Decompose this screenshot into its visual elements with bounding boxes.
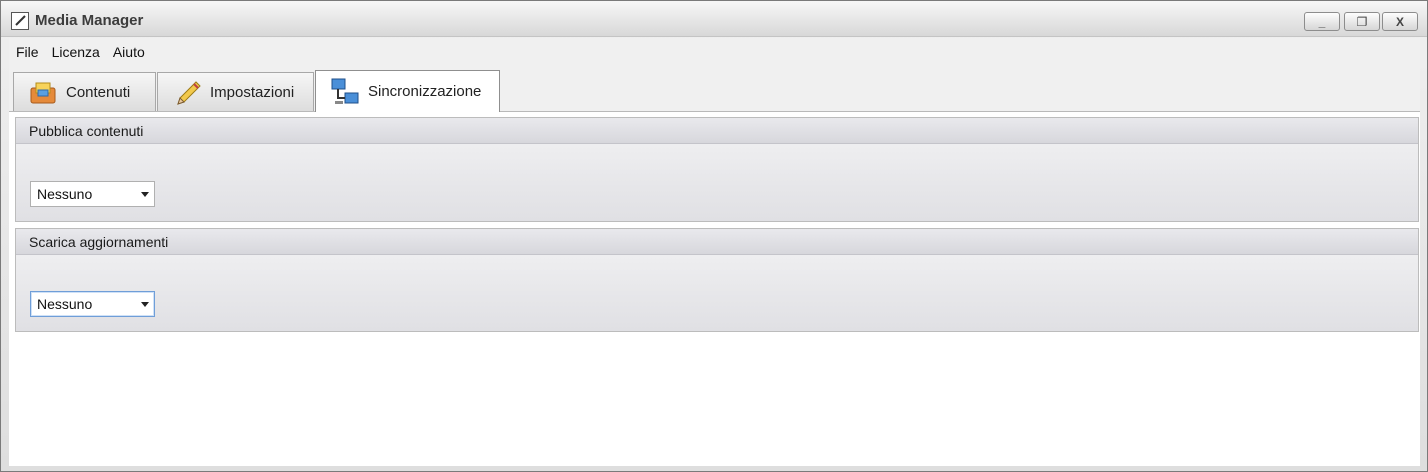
tab-label: Sincronizzazione (368, 83, 482, 100)
close-button[interactable]: X (1382, 12, 1418, 31)
app-window: Media Manager _ ❐ X File Licenza Aiuto C… (0, 0, 1428, 472)
tab-impostazioni[interactable]: Impostazioni (157, 72, 314, 112)
restore-icon: ❐ (1356, 14, 1368, 29)
menu-bar: File Licenza Aiuto (9, 42, 151, 64)
tab-contenuti[interactable]: Contenuti (13, 72, 156, 112)
close-icon: X (1395, 14, 1404, 29)
menu-aiuto[interactable]: Aiuto (106, 42, 151, 64)
section-title: Pubblica contenuti (16, 118, 1418, 144)
chevron-down-icon (136, 301, 154, 307)
app-icon (11, 12, 29, 30)
section-title: Scarica aggiornamenti (16, 229, 1418, 255)
minimize-icon: _ (1318, 14, 1326, 29)
restore-button[interactable]: ❐ (1344, 12, 1380, 31)
tab-content-panel: Pubblica contenuti Nessuno Scarica aggio… (9, 111, 1420, 466)
tab-label: Contenuti (66, 84, 131, 101)
network-icon (331, 78, 359, 104)
section-scarica-aggiornamenti: Scarica aggiornamenti Nessuno (15, 228, 1419, 332)
client-area: File Licenza Aiuto Contenuti Impostazion… (9, 38, 1420, 466)
tab-label: Impostazioni (210, 84, 295, 101)
select-value: Nessuno (37, 296, 93, 312)
tab-sincronizzazione[interactable]: Sincronizzazione (315, 70, 500, 112)
menu-licenza[interactable]: Licenza (45, 42, 106, 64)
select-value: Nessuno (37, 186, 93, 202)
section-pubblica-contenuti: Pubblica contenuti Nessuno (15, 117, 1419, 222)
title-bar[interactable]: Media Manager _ ❐ X (1, 1, 1427, 37)
box-icon (30, 82, 56, 103)
pubblica-select[interactable]: Nessuno (30, 181, 155, 207)
pencil-icon (177, 80, 201, 105)
window-title: Media Manager (35, 12, 144, 29)
menu-file[interactable]: File (9, 42, 45, 64)
chevron-down-icon (136, 191, 154, 197)
minimize-button[interactable]: _ (1304, 12, 1340, 31)
scarica-select[interactable]: Nessuno (30, 291, 155, 317)
